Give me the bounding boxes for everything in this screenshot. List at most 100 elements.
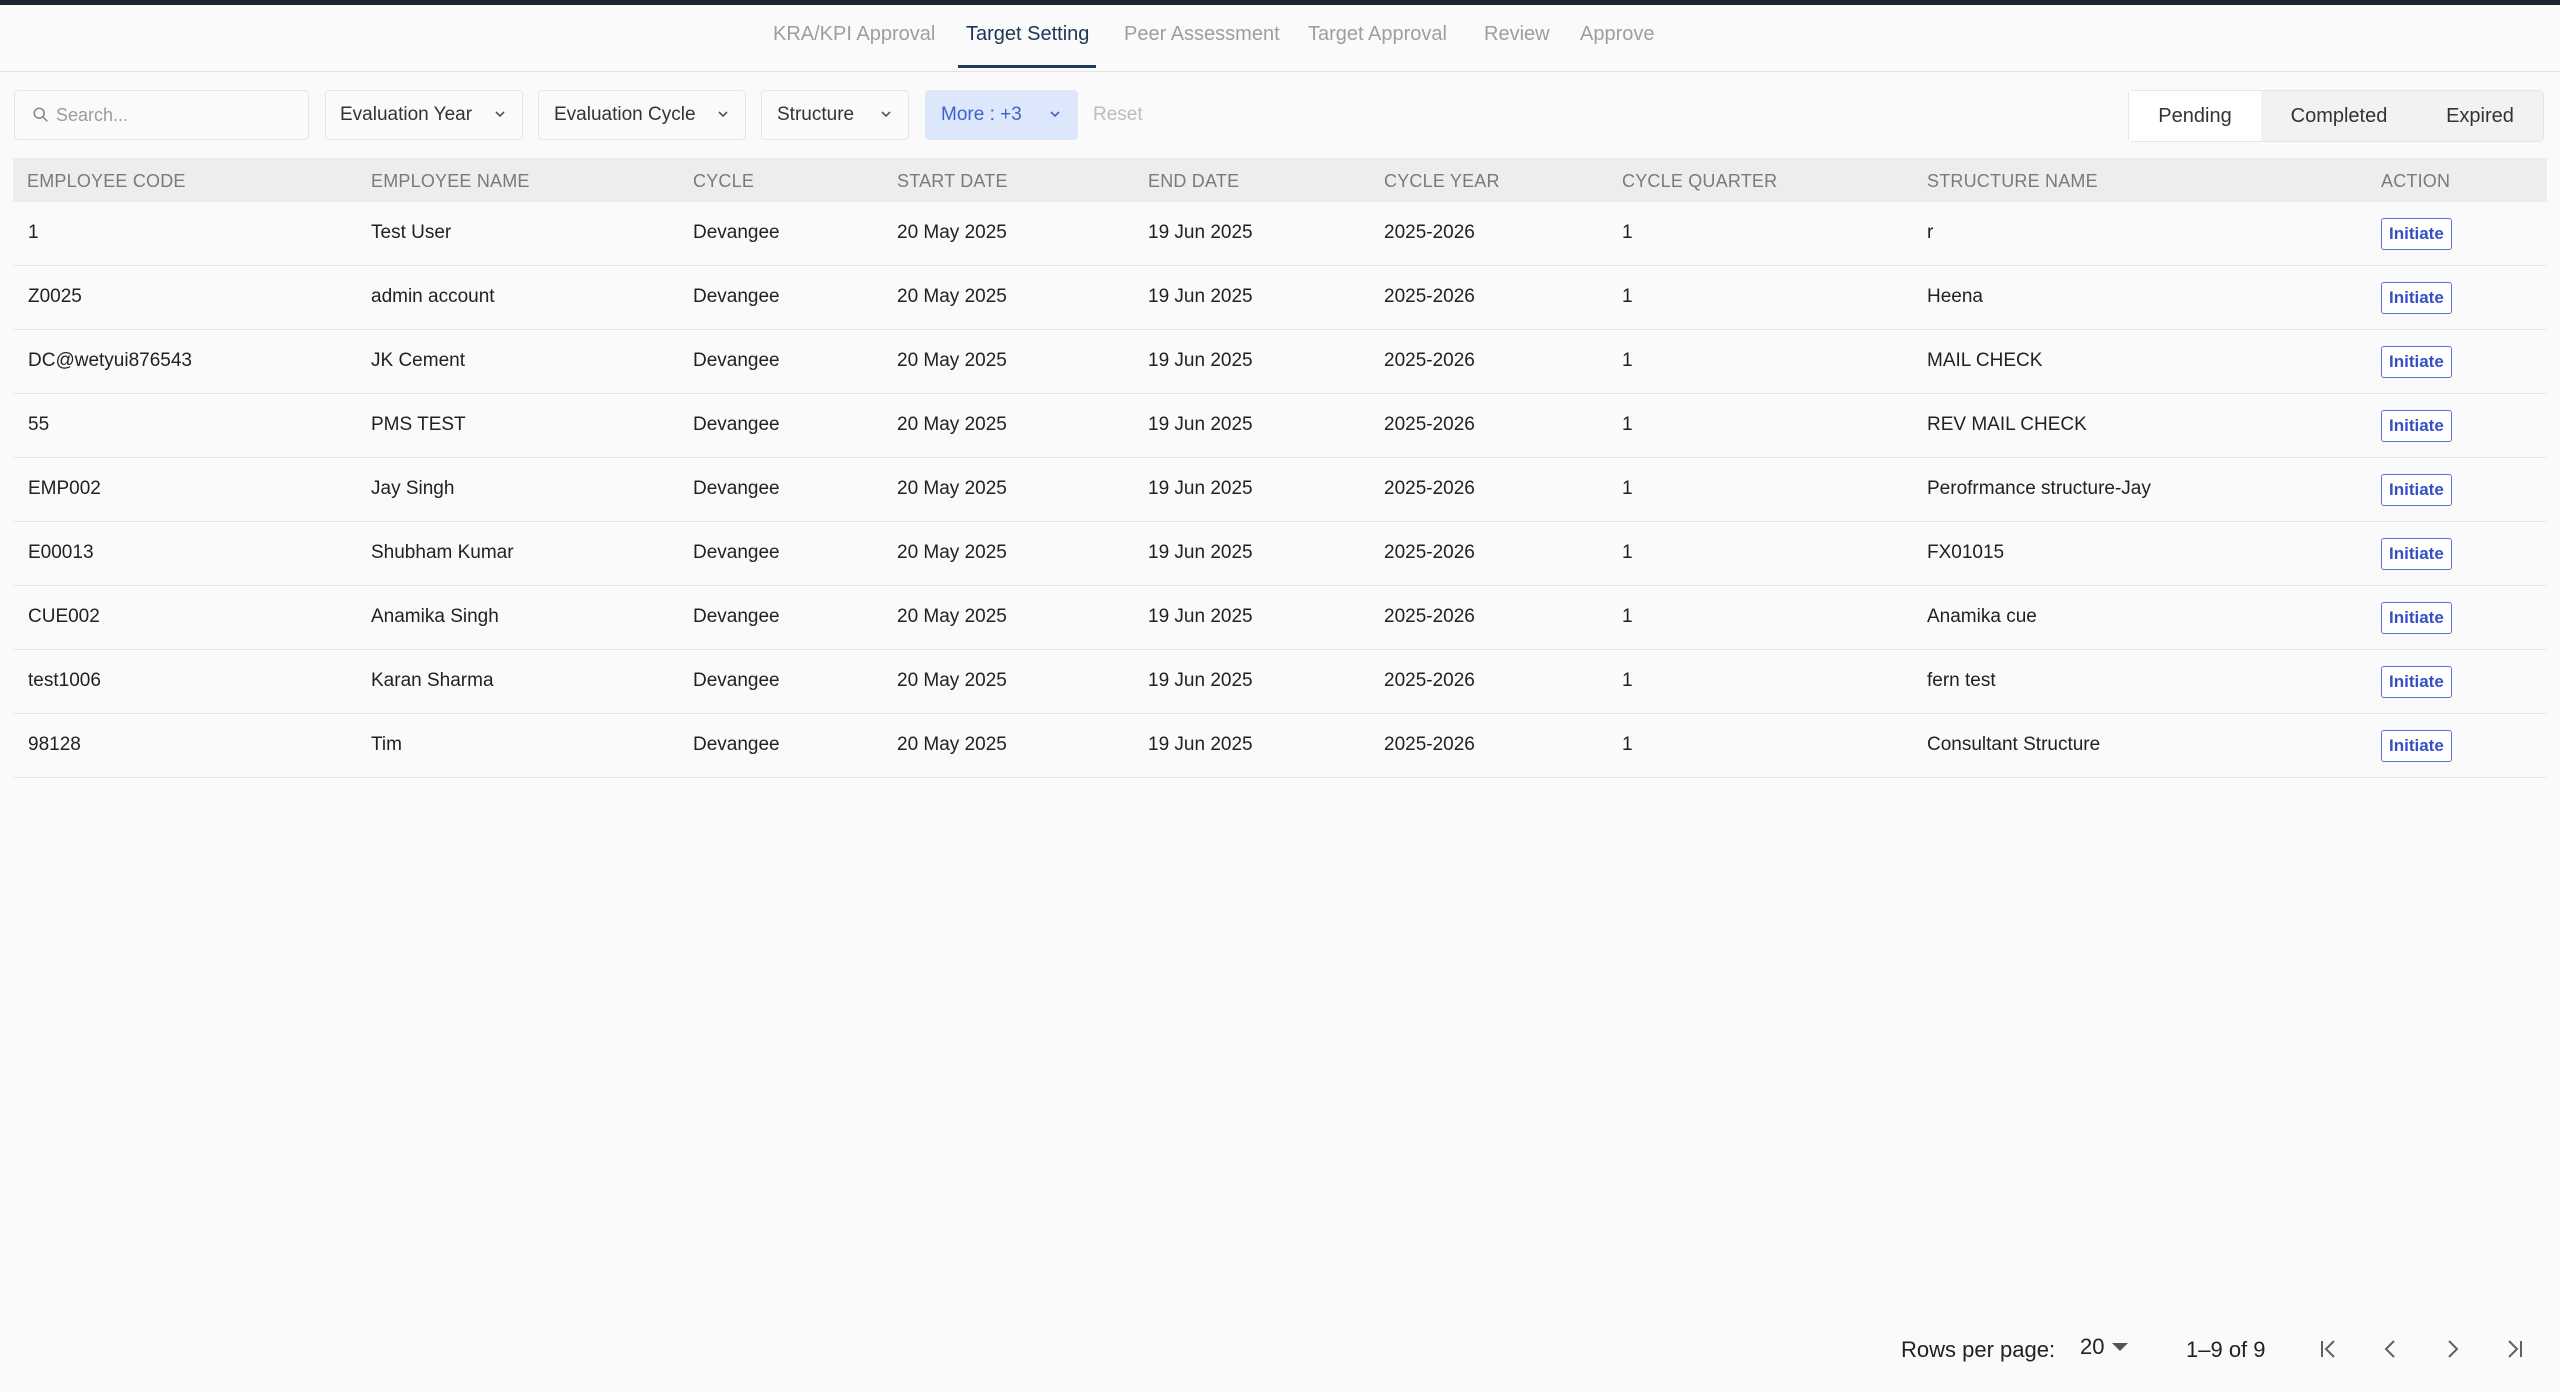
cell-cycle-quarter: 1 — [1622, 350, 1633, 371]
evaluation-cycle-label: Evaluation Cycle — [554, 104, 696, 125]
column-header-cycle[interactable]: CYCLE — [693, 171, 754, 192]
status-expired-button[interactable]: Expired — [2417, 91, 2543, 141]
column-header-cycle-quarter[interactable]: CYCLE QUARTER — [1622, 171, 1777, 192]
initiate-button[interactable]: Initiate — [2381, 538, 2452, 570]
cell-structure-name: Anamika cue — [1927, 606, 2037, 627]
cell-cycle: Devangee — [693, 350, 780, 371]
column-header-structure-name[interactable]: STRUCTURE NAME — [1927, 171, 2098, 192]
cell-employee-code: 55 — [28, 414, 50, 435]
cell-structure-name: fern test — [1927, 670, 1996, 691]
cell-cycle-year: 2025-2026 — [1384, 734, 1475, 755]
tab-kra-kpi-approval[interactable]: KRA/KPI Approval — [773, 23, 935, 46]
next-page-icon — [2448, 1340, 2459, 1358]
cell-employee-name: Shubham Kumar — [371, 542, 514, 563]
column-header-employee-name[interactable]: EMPLOYEE NAME — [371, 171, 530, 192]
cell-end-date: 19 Jun 2025 — [1148, 414, 1253, 435]
cell-employee-code: Z0025 — [28, 286, 82, 307]
more-filters-dropdown[interactable]: More : +3 — [925, 90, 1078, 140]
cell-cycle: Devangee — [693, 670, 780, 691]
cell-end-date: 19 Jun 2025 — [1148, 670, 1253, 691]
initiate-button[interactable]: Initiate — [2381, 282, 2452, 314]
table-row: EMP002 Jay Singh Devangee 20 May 2025 19… — [13, 458, 2547, 522]
chevron-down-icon — [881, 111, 891, 118]
cell-structure-name: Heena — [1927, 286, 1983, 307]
evaluation-year-dropdown[interactable]: Evaluation Year — [325, 90, 523, 140]
tab-peer-assessment[interactable]: Peer Assessment — [1124, 23, 1280, 46]
cell-end-date: 19 Jun 2025 — [1148, 734, 1253, 755]
cell-cycle-quarter: 1 — [1622, 414, 1633, 435]
module-tabs: KRA/KPI Approval Target Setting Peer Ass… — [0, 5, 2560, 72]
chevron-down-icon — [1050, 111, 1060, 118]
column-header-action: ACTION — [2381, 171, 2451, 191]
first-page-button[interactable] — [2312, 1332, 2346, 1366]
next-page-button[interactable] — [2435, 1332, 2469, 1366]
active-tab-indicator — [958, 65, 1096, 68]
cell-start-date: 20 May 2025 — [897, 286, 1007, 307]
cell-cycle: Devangee — [693, 478, 780, 499]
cell-start-date: 20 May 2025 — [897, 670, 1007, 691]
initiate-button[interactable]: Initiate — [2381, 730, 2452, 762]
cell-employee-name: JK Cement — [371, 350, 465, 371]
cell-start-date: 20 May 2025 — [897, 734, 1007, 755]
column-header-employee-code[interactable]: EMPLOYEE CODE — [27, 171, 186, 192]
rows-per-page-value: 20 — [2080, 1334, 2105, 1359]
cell-employee-name: PMS TEST — [371, 414, 466, 435]
search-input[interactable]: Search... — [14, 90, 309, 140]
cell-cycle-year: 2025-2026 — [1384, 286, 1475, 307]
cell-end-date: 19 Jun 2025 — [1148, 542, 1253, 563]
tab-target-approval[interactable]: Target Approval — [1308, 23, 1447, 46]
column-header-end-date[interactable]: END DATE — [1148, 171, 1239, 192]
search-placeholder: Search... — [56, 104, 129, 125]
tab-target-setting[interactable]: Target Setting — [966, 23, 1089, 46]
reset-button[interactable]: Reset — [1093, 104, 1143, 126]
status-toggle-group: Pending Completed Expired — [2128, 90, 2544, 142]
cell-cycle-year: 2025-2026 — [1384, 542, 1475, 563]
cell-structure-name: r — [1927, 222, 1934, 243]
table-row: 98128 Tim Devangee 20 May 2025 19 Jun 20… — [13, 714, 2547, 778]
cell-cycle-quarter: 1 — [1622, 670, 1633, 691]
structure-label: Structure — [777, 104, 855, 125]
column-header-start-date[interactable]: START DATE — [897, 171, 1008, 192]
last-page-button[interactable] — [2497, 1332, 2531, 1366]
cell-cycle-quarter: 1 — [1622, 478, 1633, 499]
dropdown-caret-icon — [2112, 1343, 2129, 1351]
table-row: Z0025 admin account Devangee 20 May 2025… — [13, 266, 2547, 330]
rows-per-page-select[interactable]: 20 — [2080, 1334, 2129, 1360]
cell-structure-name: Perofrmance structure-Jay — [1927, 478, 2151, 499]
chevron-down-icon — [495, 111, 505, 118]
cell-employee-name: admin account — [371, 286, 495, 307]
cell-cycle-quarter: 1 — [1622, 606, 1633, 627]
cell-cycle-quarter: 1 — [1622, 286, 1633, 307]
initiate-button[interactable]: Initiate — [2381, 666, 2452, 698]
cell-cycle: Devangee — [693, 414, 780, 435]
cell-cycle: Devangee — [693, 734, 780, 755]
tab-review[interactable]: Review — [1484, 23, 1550, 46]
status-pending-button[interactable]: Pending — [2129, 91, 2261, 141]
pagination-range: 1–9 of 9 — [2186, 1337, 2266, 1362]
table-header: EMPLOYEE CODE EMPLOYEE NAME CYCLE START … — [13, 158, 2547, 202]
evaluation-year-label: Evaluation Year — [340, 104, 473, 125]
column-header-cycle-year[interactable]: CYCLE YEAR — [1384, 171, 1500, 192]
cell-employee-name: Jay Singh — [371, 478, 455, 499]
cell-start-date: 20 May 2025 — [897, 222, 1007, 243]
evaluation-cycle-dropdown[interactable]: Evaluation Cycle — [538, 90, 746, 140]
cell-cycle-year: 2025-2026 — [1384, 350, 1475, 371]
initiate-button[interactable]: Initiate — [2381, 218, 2452, 250]
initiate-button[interactable]: Initiate — [2381, 474, 2452, 506]
table-row: DC@wetyui876543 JK Cement Devangee 20 Ma… — [13, 330, 2547, 394]
previous-page-button[interactable] — [2374, 1332, 2408, 1366]
cell-employee-code: EMP002 — [28, 478, 101, 499]
more-filters-label: More : +3 — [941, 104, 1022, 125]
initiate-button[interactable]: Initiate — [2381, 346, 2452, 378]
cell-cycle-year: 2025-2026 — [1384, 670, 1475, 691]
initiate-button[interactable]: Initiate — [2381, 410, 2452, 442]
cell-employee-code: CUE002 — [28, 606, 100, 627]
cell-employee-name: Test User — [371, 222, 452, 243]
status-completed-button[interactable]: Completed — [2261, 91, 2417, 141]
table-row: 55 PMS TEST Devangee 20 May 2025 19 Jun … — [13, 394, 2547, 458]
search-icon — [33, 107, 48, 122]
structure-dropdown[interactable]: Structure — [761, 90, 909, 140]
initiate-button[interactable]: Initiate — [2381, 602, 2452, 634]
table-row: test1006 Karan Sharma Devangee 20 May 20… — [13, 650, 2547, 714]
tab-approve[interactable]: Approve — [1580, 23, 1655, 46]
